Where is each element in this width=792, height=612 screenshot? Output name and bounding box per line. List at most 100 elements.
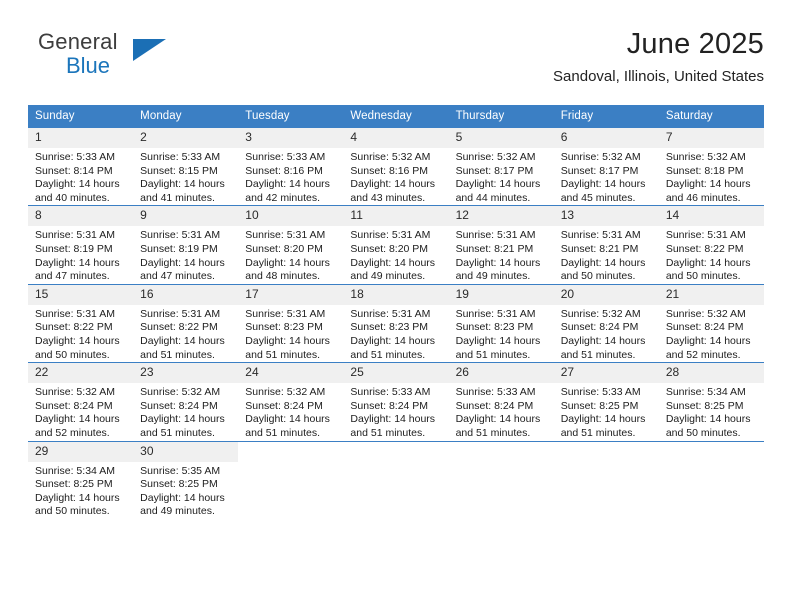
day-number: 29 (28, 441, 134, 462)
calendar-day-cell[interactable]: 5 Sunrise: 5:32 AM Sunset: 8:17 PM Daylight… (448, 126, 554, 206)
daylight-duration-line1: Daylight: 14 hours (665, 256, 751, 269)
calendar-day-cell[interactable]: 7 Sunrise: 5:32 AM Sunset: 8:18 PM Daylight… (658, 126, 764, 206)
day-details: Sunrise: 5:33 AM Sunset: 8:25 PM Daylight:… (554, 383, 659, 440)
daylight-duration-line1: Daylight: 14 hours (245, 256, 330, 269)
calendar-day-cell[interactable]: 15 Sunrise: 5:31 AM Sunset: 8:22 PM Dayligh… (28, 283, 134, 363)
calendar-day-cell[interactable]: 26 Sunrise: 5:33 AM Sunset: 8:24 PM Dayligh… (448, 362, 554, 441)
weekday-header-wednesday: Wednesday (343, 105, 449, 128)
day-number: 12 (448, 206, 554, 227)
sunset-time: Sunset: 8:20 PM (245, 242, 323, 255)
calendar-day-cell[interactable]: 28 Sunrise: 5:34 AM Sunset: 8:25 PM Dayligh… (658, 362, 764, 441)
sunset-time: Sunset: 8:19 PM (35, 242, 113, 255)
day-number: 28 (658, 363, 764, 384)
daylight-duration-line1: Daylight: 14 hours (455, 413, 541, 426)
sunrise-time: Sunrise: 5:31 AM (245, 229, 326, 242)
sunrise-time: Sunrise: 5:32 AM (455, 151, 536, 163)
daylight-duration-line1: Daylight: 14 hours (560, 256, 646, 269)
calendar-day-cell[interactable]: 20 Sunrise: 5:32 AM Sunset: 8:24 PM Dayligh… (553, 283, 659, 363)
daylight-duration-line2: and 51 minutes. (350, 426, 426, 439)
sunrise-time: Sunrise: 5:31 AM (665, 229, 746, 242)
title-block: June 2025 Sandoval, Illinois, United Sta… (553, 26, 764, 88)
day-number: 17 (238, 284, 344, 305)
day-number: 30 (133, 441, 239, 462)
calendar-day-cell[interactable]: 21 Sunrise: 5:32 AM Sunset: 8:24 PM Dayligh… (658, 283, 764, 363)
day-details: Sunrise: 5:31 AM Sunset: 8:19 PM Daylight:… (28, 226, 133, 283)
calendar-page: General Blue June 2025 Sandoval, Illinoi… (0, 0, 792, 612)
page-header: General Blue June 2025 Sandoval, Illinoi… (28, 26, 764, 96)
calendar-day-cell[interactable]: 11 Sunrise: 5:31 AM Sunset: 8:20 PM Dayligh… (343, 205, 449, 285)
calendar-day-cell[interactable]: 13 Sunrise: 5:31 AM Sunset: 8:21 PM Dayligh… (553, 205, 659, 285)
day-details: Sunrise: 5:31 AM Sunset: 8:19 PM Daylight:… (133, 226, 238, 283)
daylight-duration-line1: Daylight: 14 hours (140, 491, 225, 504)
calendar-day-cell[interactable]: 9 Sunrise: 5:31 AM Sunset: 8:19 PM Daylight… (133, 205, 239, 285)
day-number-placeholder (343, 442, 448, 462)
calendar-day-cell[interactable]: 12 Sunrise: 5:31 AM Sunset: 8:21 PM Dayligh… (448, 205, 554, 285)
sunrise-time: Sunrise: 5:31 AM (455, 307, 536, 320)
sunset-time: Sunset: 8:25 PM (35, 478, 113, 491)
calendar-day-cell[interactable]: 1 Sunrise: 5:33 AM Sunset: 8:14 PM Daylight… (28, 126, 134, 206)
daylight-duration-line2: and 51 minutes. (455, 348, 531, 361)
calendar-day-cell-empty (448, 440, 554, 519)
day-number-placeholder (449, 442, 554, 462)
calendar-day-cell[interactable]: 24 Sunrise: 5:32 AM Sunset: 8:24 PM Dayligh… (238, 362, 344, 441)
general-blue-logo[interactable]: General Blue (38, 30, 268, 90)
day-number: 25 (343, 363, 449, 384)
calendar-day-cell[interactable]: 17 Sunrise: 5:31 AM Sunset: 8:23 PM Dayligh… (238, 283, 344, 363)
sunset-time: Sunset: 8:24 PM (560, 321, 639, 334)
day-number: 18 (343, 284, 449, 305)
calendar-day-cell[interactable]: 10 Sunrise: 5:31 AM Sunset: 8:20 PM Dayligh… (238, 205, 344, 285)
calendar-day-cell[interactable]: 25 Sunrise: 5:33 AM Sunset: 8:24 PM Dayligh… (343, 362, 449, 441)
day-number: 2 (133, 128, 239, 148)
daylight-duration-line2: and 47 minutes. (140, 270, 215, 283)
sunset-time: Sunset: 8:17 PM (560, 164, 639, 177)
calendar-day-cell-empty (343, 440, 449, 519)
sunset-time: Sunset: 8:19 PM (140, 242, 218, 255)
calendar-day-cell[interactable]: 14 Sunrise: 5:31 AM Sunset: 8:22 PM Dayligh… (658, 205, 764, 285)
sunset-time: Sunset: 8:22 PM (665, 242, 744, 255)
sunrise-time: Sunrise: 5:32 AM (245, 386, 326, 399)
calendar-day-cell[interactable]: 6 Sunrise: 5:32 AM Sunset: 8:17 PM Daylight… (553, 126, 659, 206)
daylight-duration-line2: and 49 minutes. (140, 505, 215, 518)
sunrise-time: Sunrise: 5:31 AM (35, 307, 115, 320)
daylight-duration-line2: and 49 minutes. (455, 270, 531, 283)
calendar-body: 1 Sunrise: 5:33 AM Sunset: 8:14 PM Daylight… (28, 126, 764, 519)
calendar-week-row: 29 Sunrise: 5:34 AM Sunset: 8:25 PM Dayligh… (28, 440, 764, 519)
day-number: 20 (553, 284, 659, 305)
daylight-duration-line2: and 44 minutes. (455, 191, 531, 204)
calendar-day-cell[interactable]: 16 Sunrise: 5:31 AM Sunset: 8:22 PM Dayligh… (133, 283, 239, 363)
sunset-time: Sunset: 8:18 PM (665, 164, 744, 177)
calendar-day-cell[interactable]: 8 Sunrise: 5:31 AM Sunset: 8:19 PM Daylight… (28, 205, 134, 285)
sunset-time: Sunset: 8:24 PM (35, 399, 113, 412)
weekday-header-sunday: Sunday (28, 105, 134, 128)
calendar-day-cell[interactable]: 29 Sunrise: 5:34 AM Sunset: 8:25 PM Dayligh… (28, 440, 134, 519)
day-details: Sunrise: 5:31 AM Sunset: 8:21 PM Daylight:… (554, 226, 659, 283)
daylight-duration-line2: and 51 minutes. (140, 348, 215, 361)
daylight-duration-line1: Daylight: 14 hours (560, 413, 646, 426)
day-details: Sunrise: 5:32 AM Sunset: 8:24 PM Daylight:… (238, 383, 343, 440)
daylight-duration-line2: and 50 minutes. (560, 270, 636, 283)
weekday-header-friday: Friday (553, 105, 659, 128)
weekday-header-monday: Monday (133, 105, 239, 128)
calendar-day-cell[interactable]: 3 Sunrise: 5:33 AM Sunset: 8:16 PM Daylight… (238, 126, 344, 206)
calendar-day-cell[interactable]: 30 Sunrise: 5:35 AM Sunset: 8:25 PM Dayligh… (133, 440, 239, 519)
calendar-week-row: 1 Sunrise: 5:33 AM Sunset: 8:14 PM Daylight… (28, 126, 764, 206)
calendar-day-cell[interactable]: 4 Sunrise: 5:32 AM Sunset: 8:16 PM Daylight… (343, 126, 449, 206)
day-number: 19 (448, 284, 554, 305)
day-details: Sunrise: 5:33 AM Sunset: 8:15 PM Daylight:… (133, 148, 238, 205)
day-details: Sunrise: 5:32 AM Sunset: 8:18 PM Daylight:… (659, 148, 764, 205)
calendar-day-cell[interactable]: 27 Sunrise: 5:33 AM Sunset: 8:25 PM Dayligh… (553, 362, 659, 441)
day-number: 16 (133, 284, 239, 305)
sunrise-time: Sunrise: 5:31 AM (350, 229, 431, 242)
sunset-time: Sunset: 8:25 PM (665, 399, 744, 412)
triangle-icon (133, 39, 166, 61)
day-details: Sunrise: 5:33 AM Sunset: 8:16 PM Daylight:… (238, 148, 343, 205)
calendar-day-cell[interactable]: 19 Sunrise: 5:31 AM Sunset: 8:23 PM Dayligh… (448, 283, 554, 363)
calendar-day-cell[interactable]: 2 Sunrise: 5:33 AM Sunset: 8:15 PM Daylight… (133, 126, 239, 206)
calendar-day-cell[interactable]: 22 Sunrise: 5:32 AM Sunset: 8:24 PM Dayligh… (28, 362, 134, 441)
calendar-day-cell[interactable]: 18 Sunrise: 5:31 AM Sunset: 8:23 PM Dayligh… (343, 283, 449, 363)
calendar-day-cell[interactable]: 23 Sunrise: 5:32 AM Sunset: 8:24 PM Dayligh… (133, 362, 239, 441)
sunrise-time: Sunrise: 5:33 AM (245, 151, 326, 163)
calendar-header-row: Sunday Monday Tuesday Wednesday Thursday… (28, 105, 764, 128)
day-details: Sunrise: 5:34 AM Sunset: 8:25 PM Daylight:… (659, 383, 764, 440)
calendar-week-row: 15 Sunrise: 5:31 AM Sunset: 8:22 PM Dayligh… (28, 283, 764, 363)
